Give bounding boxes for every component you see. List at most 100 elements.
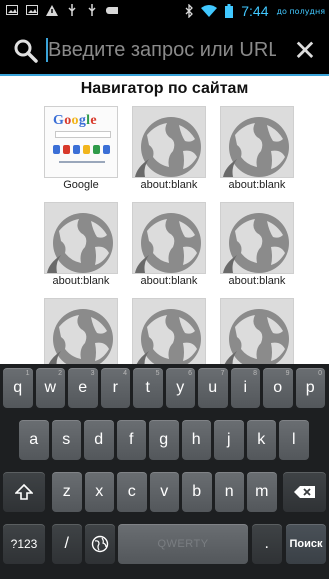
google-app-icon	[103, 145, 110, 154]
globe-icon	[47, 213, 113, 273]
key-x[interactable]: x	[84, 472, 114, 512]
key-label: i	[243, 379, 248, 396]
key-z[interactable]: z	[52, 472, 82, 512]
site-tile-label: about:blank	[140, 179, 198, 191]
url-bar: ✕	[0, 26, 329, 76]
key-label: u	[208, 379, 218, 396]
slash-key[interactable]: /	[52, 524, 82, 564]
key-i[interactable]: i8	[230, 368, 260, 408]
key-j[interactable]: j	[214, 420, 244, 460]
key-q[interactable]: q1	[3, 368, 33, 408]
key-hint: 3	[90, 370, 95, 377]
site-tile-label: about:blank	[228, 179, 286, 191]
site-tile-label: Google	[63, 179, 99, 191]
search-go-key[interactable]: Поиск	[286, 524, 326, 564]
bluetooth-icon	[183, 4, 195, 18]
warning-icon	[46, 4, 58, 16]
globe-icon	[135, 117, 201, 177]
delete-key[interactable]	[283, 472, 326, 512]
key-m[interactable]: m	[247, 472, 277, 512]
key-a[interactable]: a	[19, 420, 49, 460]
key-label: p	[305, 379, 315, 396]
key-k[interactable]: k	[246, 420, 276, 460]
shift-icon	[15, 483, 33, 500]
numbers-key[interactable]: ?123	[3, 524, 45, 564]
globe-icon	[224, 309, 289, 364]
key-t[interactable]: t5	[133, 368, 163, 408]
image-icon	[6, 4, 18, 16]
globe-thumbnail	[220, 202, 294, 274]
google-app-icon	[83, 145, 90, 154]
google-footer-line	[59, 161, 105, 163]
key-w[interactable]: w2	[35, 368, 65, 408]
clock-ampm: до полудня	[276, 6, 325, 16]
battery-icon	[223, 4, 235, 18]
key-hint: 0	[318, 370, 322, 377]
key-label: y	[176, 379, 185, 396]
globe-thumbnail	[220, 298, 294, 364]
site-tile[interactable]: about:blank	[220, 298, 294, 364]
key-g[interactable]: g	[149, 420, 179, 460]
globe-thumbnail	[132, 202, 206, 274]
usb-icon	[66, 4, 78, 16]
site-tile[interactable]: about:blank	[132, 202, 206, 287]
key-d[interactable]: d	[84, 420, 114, 460]
site-tile[interactable]: about:blank	[220, 106, 294, 191]
site-tile[interactable]: about:blank	[220, 202, 294, 287]
key-hint: 1	[25, 370, 30, 377]
key-p[interactable]: p0	[295, 368, 325, 408]
globe-thumbnail	[44, 202, 118, 274]
key-r[interactable]: r4	[100, 368, 130, 408]
key-label: o	[273, 379, 283, 396]
globe-icon	[136, 309, 201, 364]
globe-icon	[223, 117, 289, 177]
key-n[interactable]: n	[214, 472, 244, 512]
key-b[interactable]: b	[182, 472, 212, 512]
key-e[interactable]: e3	[68, 368, 98, 408]
clock-time: 7:44	[241, 3, 269, 19]
google-app-icon	[53, 145, 60, 154]
key-h[interactable]: h	[181, 420, 211, 460]
key-y[interactable]: y6	[165, 368, 195, 408]
shift-key[interactable]	[3, 472, 45, 512]
search-icon[interactable]	[14, 39, 38, 63]
key-f[interactable]: f	[116, 420, 146, 460]
globe-thumbnail	[220, 106, 294, 178]
key-hint: 7	[220, 370, 225, 377]
site-tile[interactable]: about:blank	[44, 298, 118, 364]
google-app-icon	[63, 145, 70, 154]
period-key[interactable]: .	[252, 524, 282, 564]
site-tile-label: about:blank	[52, 275, 110, 287]
key-s[interactable]: s	[51, 420, 81, 460]
key-hint: 6	[188, 370, 192, 377]
key-label: q	[13, 379, 23, 396]
key-o[interactable]: o9	[263, 368, 293, 408]
key-label: r	[112, 379, 118, 396]
key-u[interactable]: u7	[198, 368, 228, 408]
usb-icon	[86, 4, 98, 16]
google-logo: Google	[53, 113, 97, 128]
key-l[interactable]: l	[279, 420, 309, 460]
close-icon[interactable]: ✕	[290, 36, 320, 66]
site-tile-label: about:blank	[140, 275, 198, 287]
image-icon	[26, 4, 38, 16]
key-label: w	[44, 379, 57, 396]
wifi-icon	[201, 5, 218, 17]
key-v[interactable]: v	[149, 472, 179, 512]
search-input[interactable]	[48, 34, 276, 66]
site-tile[interactable]: about:blank	[132, 298, 206, 364]
key-c[interactable]: c	[117, 472, 147, 512]
google-thumbnail: Google	[44, 106, 118, 178]
google-search-box	[55, 131, 111, 138]
gamepad-icon	[106, 4, 118, 16]
key-hint: 4	[123, 370, 127, 377]
site-tile-label: about:blank	[228, 275, 286, 287]
language-key[interactable]	[85, 524, 115, 564]
space-key[interactable]: QWERTY	[118, 524, 248, 564]
globe-icon	[223, 213, 289, 273]
site-tile[interactable]: about:blank	[44, 202, 118, 287]
site-tile[interactable]: about:blank	[132, 106, 206, 191]
key-label: t	[145, 379, 150, 396]
backspace-icon	[293, 486, 315, 498]
site-tile[interactable]: Google Google	[44, 106, 118, 191]
